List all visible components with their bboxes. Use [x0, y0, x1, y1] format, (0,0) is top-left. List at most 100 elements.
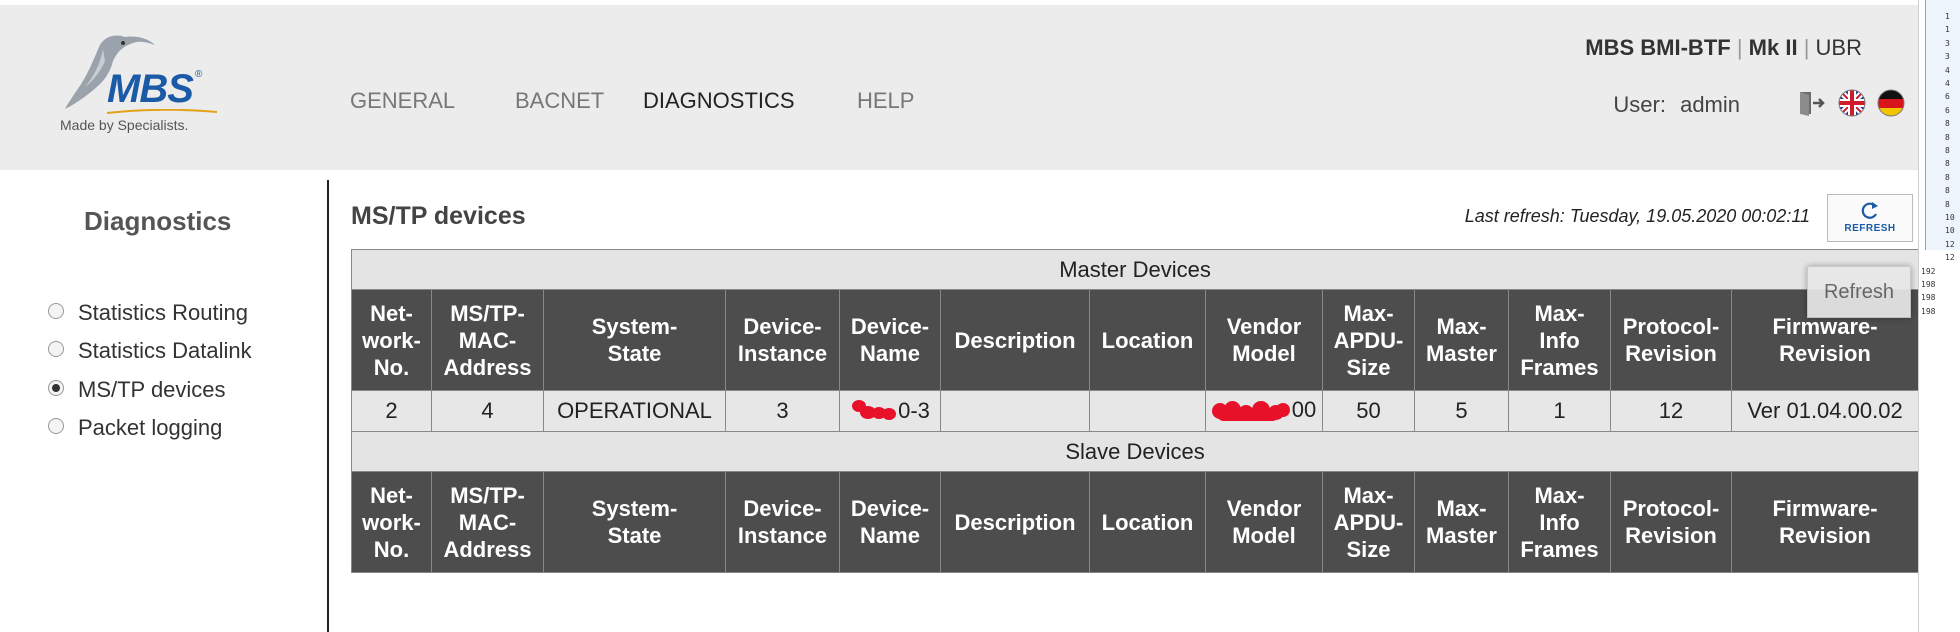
sidebar-item-statistics-datalink[interactable]: Statistics Datalink	[48, 338, 252, 364]
vendor-model-suffix: 00	[1291, 397, 1317, 423]
logout-icon[interactable]	[1797, 89, 1825, 117]
line-number: 10	[1945, 226, 1955, 236]
slave-header-row: Net-work- No. MS/TP- MAC- Address System- St…	[351, 471, 1920, 573]
cell-protocol-revision: 12	[1610, 390, 1732, 432]
line-number: 12	[1945, 253, 1955, 263]
col-header-device-instance: Device- Instance	[725, 471, 840, 573]
col-header-location: Location	[1089, 471, 1206, 573]
device-name-suffix: 0-3	[898, 397, 930, 423]
line-number: 6	[1945, 105, 1950, 115]
sidebar-item-mstp-devices[interactable]: MS/TP devices	[48, 377, 226, 403]
sidebar-item-label: Statistics Datalink	[78, 338, 252, 363]
redaction-scribble	[1211, 399, 1292, 425]
sidebar-item-packet-logging[interactable]: Packet logging	[48, 415, 222, 441]
refresh-button-label: REFRESH	[1844, 223, 1896, 234]
product-name: MBS BMI-BTF | Mk II | UBR	[1585, 35, 1862, 61]
line-number: 10	[1945, 213, 1955, 222]
product-name-main: MBS BMI-BTF	[1585, 35, 1731, 60]
col-header-device-name: Device- Name	[839, 289, 941, 391]
sidebar-item-label: MS/TP devices	[78, 377, 226, 402]
sidebar-item-label: Packet logging	[78, 415, 223, 440]
mbs-logo[interactable]: MBS ® Made by Specialists.	[55, 31, 217, 141]
cell-network-no: 2	[351, 390, 432, 432]
col-header-vendor-model: Vendor Model	[1205, 471, 1323, 573]
refresh-icon	[1861, 202, 1878, 219]
col-header-max-apdu-size: Max- APDU- Size	[1322, 471, 1415, 573]
col-header-mac-address: MS/TP- MAC- Address	[431, 471, 544, 573]
col-header-max-master: Max- Master	[1414, 289, 1509, 391]
col-header-location: Location	[1089, 289, 1206, 391]
nav-general[interactable]: GENERAL	[350, 88, 455, 114]
col-header-max-info-frames: Max- Info Frames	[1508, 471, 1611, 573]
line-number: 8	[1945, 199, 1950, 209]
line-number: 1	[1945, 25, 1950, 35]
col-header-network-no: Net-work- No.	[351, 289, 432, 391]
line-number: 1	[1945, 12, 1950, 21]
line-number: 8	[1945, 172, 1950, 182]
nav-bacnet[interactable]: BACNET	[515, 88, 604, 114]
radio-checked-icon[interactable]	[48, 380, 64, 397]
mstp-device-table: Master Devices Net-work- No. MS/TP- MAC- Ad…	[350, 249, 1920, 573]
line-number: 3	[1945, 52, 1950, 62]
line-number: 8	[1945, 119, 1950, 129]
line-number: 8	[1945, 146, 1950, 155]
line-number: 192	[1921, 266, 1936, 276]
sidebar-item-statistics-routing[interactable]: Statistics Routing	[48, 300, 248, 326]
line-number: 8	[1945, 132, 1950, 142]
col-header-protocol-revision: Protocol- Revision	[1610, 289, 1732, 391]
cell-location	[1089, 390, 1206, 432]
cell-vendor-model: 00	[1205, 390, 1323, 432]
line-number: 12	[1945, 239, 1955, 249]
cell-max-apdu-size: 50	[1322, 390, 1415, 432]
last-refresh-text: Last refresh: Tuesday, 19.05.2020 00:02:…	[1464, 206, 1810, 226]
logo-tagline: Made by Specialists.	[60, 117, 189, 133]
product-separator-2: |	[1803, 35, 1810, 60]
radio-icon[interactable]	[48, 341, 64, 358]
col-header-protocol-revision: Protocol- Revision	[1610, 471, 1732, 573]
sidebar-item-label: Statistics Routing	[78, 300, 248, 325]
line-number: 198	[1921, 306, 1936, 316]
cell-max-master: 5	[1414, 390, 1509, 432]
col-header-mac-address: MS/TP- MAC- Address	[431, 289, 544, 391]
sidebar-divider	[327, 180, 329, 632]
cell-max-info-frames: 1	[1508, 390, 1611, 432]
col-header-max-apdu-size: Max- APDU- Size	[1322, 289, 1415, 391]
slave-devices-caption: Slave Devices	[350, 431, 1920, 472]
col-header-network-no: Net-work- No.	[351, 471, 432, 573]
col-header-description: Description	[940, 289, 1090, 391]
master-devices-caption: Master Devices	[350, 249, 1920, 290]
page-title: MS/TP devices	[351, 202, 526, 230]
sidebar-title: Diagnostics	[84, 206, 232, 236]
master-devices-caption-row: Master Devices	[350, 249, 1920, 290]
line-number: 8	[1945, 159, 1950, 169]
col-header-max-master: Max- Master	[1414, 471, 1509, 573]
radio-icon[interactable]	[48, 418, 64, 435]
side-overlay-panel: 1 1 3 3 4 4 6 6 8 8 8 8 8 8 8 10 10 12 12 192 198 198 198	[1918, 0, 1960, 632]
col-header-system-state: System- State	[543, 471, 726, 573]
refresh-button[interactable]: REFRESH	[1827, 194, 1913, 242]
nav-help[interactable]: HELP	[857, 88, 914, 114]
cell-system-state: OPERATIONAL	[543, 390, 726, 432]
product-variant: UBR	[1815, 35, 1862, 60]
product-separator-1: |	[1736, 35, 1743, 60]
user-info: User: admin	[1613, 92, 1740, 118]
col-header-device-instance: Device- Instance	[725, 289, 840, 391]
line-number: 198	[1921, 293, 1936, 303]
cell-device-instance: 3	[725, 390, 840, 432]
line-number: 4	[1945, 79, 1950, 88]
product-model: Mk II	[1748, 35, 1798, 60]
registered-mark: ®	[195, 69, 203, 80]
col-header-description: Description	[940, 471, 1090, 573]
logo-swoosh-icon	[107, 109, 217, 114]
cell-description	[940, 390, 1090, 432]
radio-icon[interactable]	[48, 303, 64, 320]
master-header-row: Net-work- No. MS/TP- MAC- Address System- St…	[351, 289, 1920, 391]
cell-device-name: 0-3	[839, 390, 941, 432]
line-number: 4	[1945, 65, 1950, 75]
col-header-firmware-revision: Firmware- Revision	[1730, 471, 1920, 573]
redaction-scribble	[850, 400, 898, 424]
nav-diagnostics[interactable]: DIAGNOSTICS	[643, 88, 795, 114]
col-header-max-info-frames: Max- Info Frames	[1508, 289, 1611, 391]
flag-uk-icon[interactable]	[1838, 89, 1866, 117]
flag-de-icon[interactable]	[1877, 89, 1905, 117]
